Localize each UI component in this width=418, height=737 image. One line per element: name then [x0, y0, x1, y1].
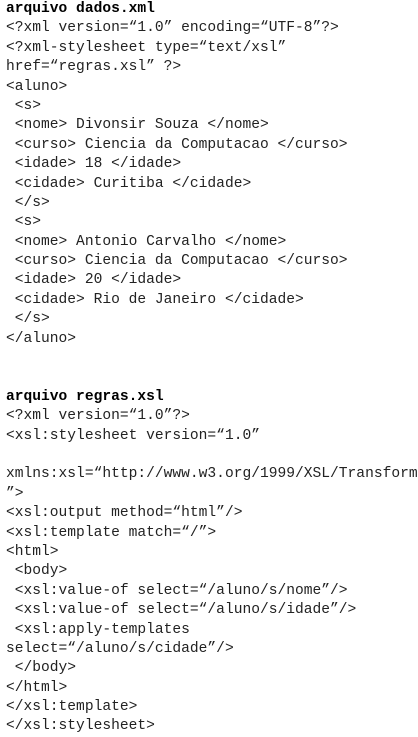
section-heading: arquivo regras.xsl — [6, 388, 164, 405]
code-line: <html> — [6, 543, 59, 560]
code-line: <cidade> Curitiba </cidade> — [6, 175, 252, 192]
code-line: <idade> 20 </idade> — [6, 272, 182, 289]
code-line: <xsl:output method=“html”/> — [6, 505, 243, 522]
code-line: <?xml version=“1.0” encoding=“UTF-8”?> — [6, 20, 339, 37]
code-line: <xsl:apply-templates — [6, 621, 190, 638]
code-line: <curso> Ciencia da Computacao </curso> — [6, 253, 348, 270]
code-line: <xsl:stylesheet version=“1.0” — [6, 427, 260, 444]
code-document: arquivo dados.xml <?xml version=“1.0” en… — [6, 0, 418, 737]
code-line: </xsl:stylesheet> — [6, 718, 155, 735]
code-line: </s> — [6, 194, 50, 211]
section-heading: arquivo dados.xml — [6, 1, 155, 17]
code-line: </aluno> — [6, 330, 77, 347]
code-line: ”> — [6, 485, 24, 502]
code-line: <xsl:template match=“/”> — [6, 524, 217, 541]
code-line: </body> — [6, 660, 77, 677]
code-line: <cidade> Rio de Janeiro </cidade> — [6, 291, 304, 308]
code-line: href=“regras.xsl” ?> — [6, 59, 182, 76]
code-line: <xsl:value-of select=“/aluno/s/nome”/> — [6, 582, 348, 599]
code-line: <idade> 18 </idade> — [6, 156, 182, 173]
code-line: </xsl:template> — [6, 699, 138, 716]
code-line: <nome> Divonsir Souza </nome> — [6, 117, 269, 134]
code-line: select=“/aluno/s/cidade”/> — [6, 640, 234, 657]
code-line: <body> — [6, 563, 68, 580]
code-line: <s> — [6, 97, 42, 114]
code-line: </html> — [6, 679, 68, 696]
code-line: </s> — [6, 311, 50, 328]
code-line: <xsl:value-of select=“/aluno/s/idade”/> — [6, 602, 357, 619]
code-line: xmlns:xsl=“http://www.w3.org/1999/XSL/Tr… — [6, 466, 418, 483]
code-line: <nome> Antonio Carvalho </nome> — [6, 233, 287, 250]
code-line: <?xml-stylesheet type=“text/xsl” — [6, 39, 287, 56]
code-line: <curso> Ciencia da Computacao </curso> — [6, 136, 348, 153]
code-line: <aluno> — [6, 78, 68, 95]
code-line: <?xml version=“1.0”?> — [6, 408, 190, 425]
code-line: <s> — [6, 214, 42, 231]
